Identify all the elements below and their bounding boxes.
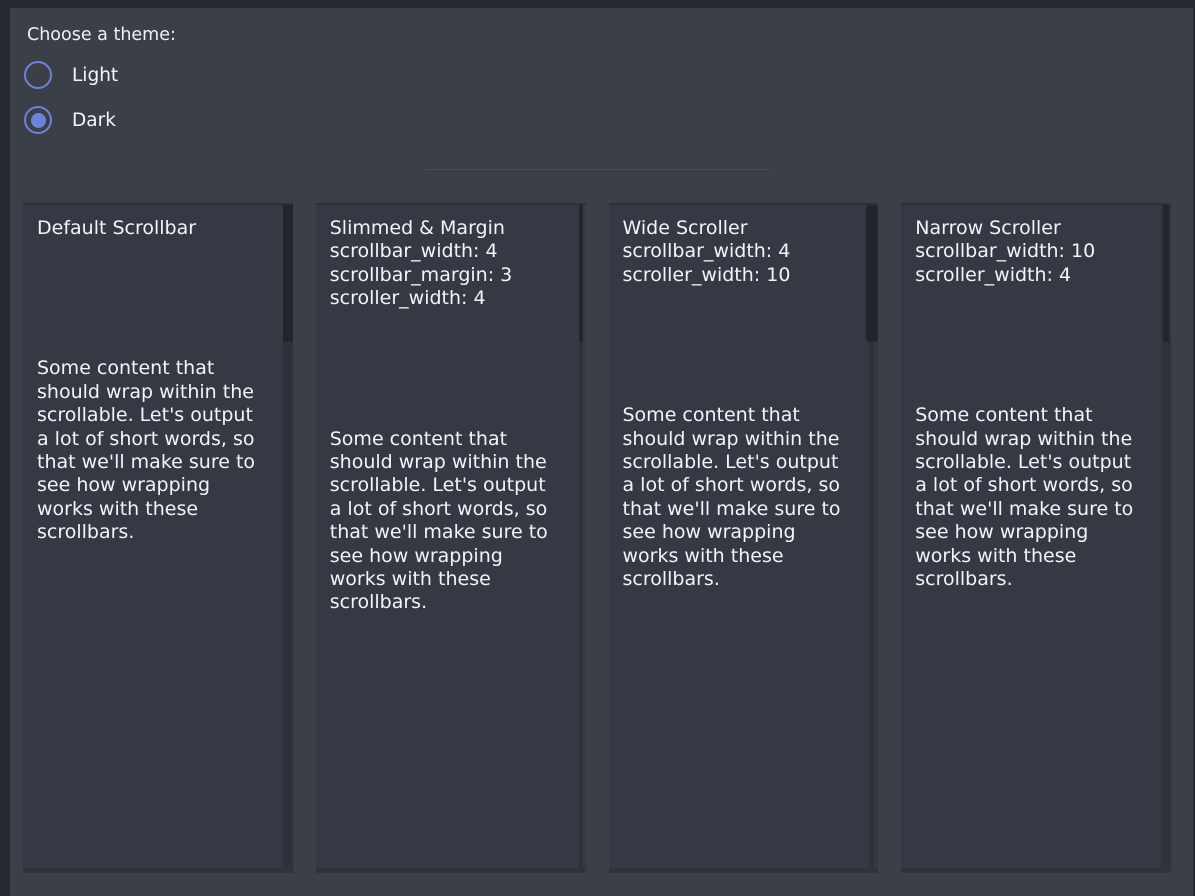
radio-dot-icon <box>31 113 46 128</box>
panel-header: Slimmed & Margin scrollbar_width: 4 scro… <box>316 205 586 311</box>
app-surface: Choose a theme: Light Dark Default Scrol… <box>10 8 1193 896</box>
radio-button-icon[interactable] <box>24 61 52 89</box>
horizontal-scrollbar-track[interactable] <box>316 868 586 873</box>
vertical-scrollbar-thumb[interactable] <box>579 205 583 342</box>
theme-prompt-label: Choose a theme: <box>27 25 176 45</box>
panel-header: Default Scrollbar <box>23 205 293 240</box>
scroll-panel-wide-scroller[interactable]: Wide Scroller scrollbar_width: 4 scrolle… <box>609 203 879 873</box>
horizontal-scrollbar-track[interactable] <box>23 868 293 873</box>
vertical-scrollbar-thumb[interactable] <box>1163 205 1169 342</box>
scroll-panels-row: Default Scrollbar Some content that shou… <box>23 203 1171 873</box>
scroll-panel-slimmed-margin[interactable]: Slimmed & Margin scrollbar_width: 4 scro… <box>316 203 586 873</box>
scroll-panel-narrow-scroller[interactable]: Narrow Scroller scrollbar_width: 10 scro… <box>901 203 1171 873</box>
horizontal-scrollbar-track[interactable] <box>609 868 879 873</box>
radio-button-icon[interactable] <box>24 106 52 134</box>
horizontal-divider <box>425 169 770 170</box>
panel-header: Narrow Scroller scrollbar_width: 10 scro… <box>901 205 1171 287</box>
panel-content: Some content that should wrap within the… <box>23 357 293 544</box>
radio-label-dark[interactable]: Dark <box>72 110 116 131</box>
panel-content: Some content that should wrap within the… <box>609 404 879 591</box>
radio-dot-icon <box>31 68 46 83</box>
vertical-scrollbar-thumb[interactable] <box>866 205 878 342</box>
radio-option-dark[interactable]: Dark <box>24 104 116 136</box>
radio-label-light[interactable]: Light <box>72 65 118 86</box>
scroll-panel-default[interactable]: Default Scrollbar Some content that shou… <box>23 203 293 873</box>
panel-content: Some content that should wrap within the… <box>316 428 586 615</box>
vertical-scrollbar-thumb[interactable] <box>283 205 293 342</box>
panel-header: Wide Scroller scrollbar_width: 4 scrolle… <box>609 205 879 287</box>
panel-content: Some content that should wrap within the… <box>901 404 1171 591</box>
horizontal-scrollbar-track[interactable] <box>901 868 1171 873</box>
radio-option-light[interactable]: Light <box>24 59 118 91</box>
